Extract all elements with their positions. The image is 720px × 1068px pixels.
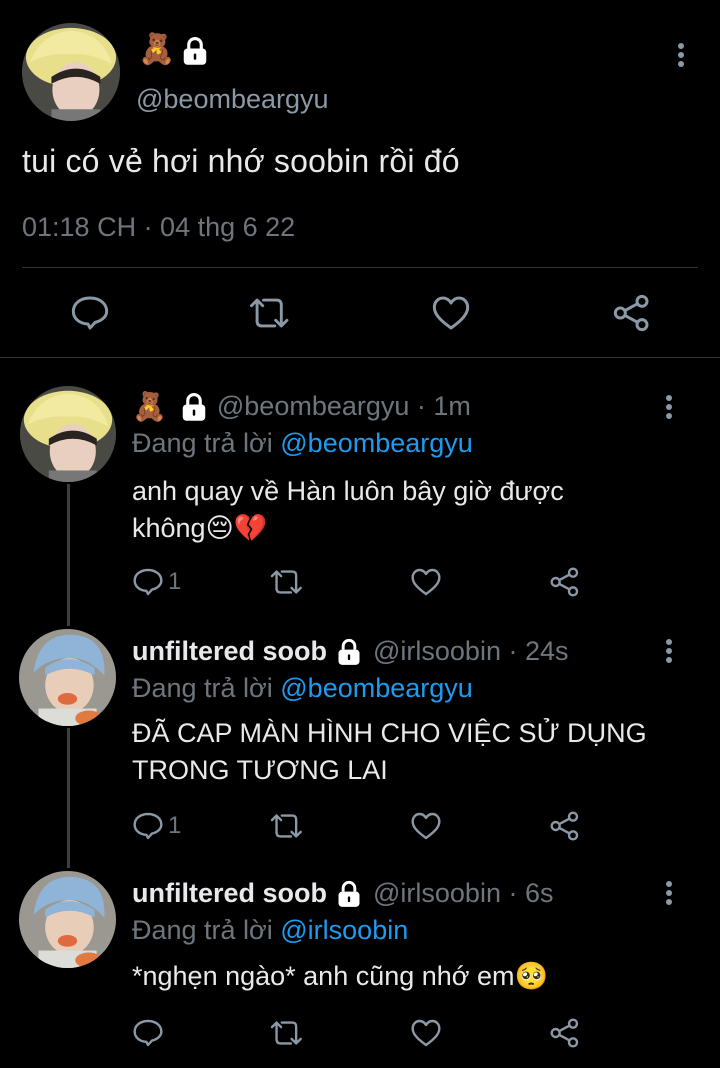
reply-text-line: không😔💔 (132, 513, 268, 543)
like-button[interactable] (410, 811, 442, 841)
reply-text: anh quay về Hàn luôn bây giờ được không😔… (132, 473, 692, 547)
reply-text-line: TRONG TƯƠNG LAI (132, 755, 388, 785)
reply-header: unfiltered soob @irlsoobin · 24s (132, 636, 569, 667)
reply-text: *nghẹn ngào* anh cũng nhớ em🥺 (132, 958, 692, 995)
reply-text-line: ĐÃ CAP MÀN HÌNH CHO VIỆC SỬ DỤNG (132, 718, 647, 748)
share-icon (550, 1018, 579, 1048)
thread-line (67, 484, 70, 626)
replying-to-label: Đang trả lời (132, 915, 281, 945)
retweet-icon (270, 1021, 302, 1045)
like-button[interactable] (431, 294, 471, 332)
reply-icon (133, 812, 163, 840)
teddy-bear-emoji: 🧸 (132, 391, 167, 422)
avatar-irlsoobin[interactable] (19, 871, 116, 968)
reply-handle-time[interactable]: @beombeargyu · 1m (217, 391, 471, 422)
retweet-icon (270, 570, 302, 594)
lock-icon (180, 36, 210, 66)
like-button[interactable] (410, 1018, 442, 1048)
reply-text-line: *nghẹn ngào* anh cũng nhớ em🥺 (132, 961, 549, 991)
share-button[interactable] (612, 293, 652, 333)
reply-header: 🧸 @beombeargyu · 1m (132, 390, 471, 423)
display-name[interactable]: unfiltered soob (132, 636, 327, 667)
reply-button[interactable] (132, 1017, 164, 1049)
like-icon (411, 568, 441, 596)
share-icon (613, 294, 649, 332)
reply-handle-time[interactable]: @irlsoobin · 6s (373, 878, 553, 909)
more-vertical-icon[interactable] (657, 636, 681, 666)
reply-button[interactable]: 1 (132, 810, 181, 842)
avatar-beombeargyu[interactable] (22, 23, 120, 121)
reply-icon (133, 1019, 163, 1047)
reply-icon (133, 568, 163, 596)
replying-to: Đang trả lời @beombeargyu (132, 428, 473, 459)
thread-line (67, 728, 70, 868)
lock-icon (335, 880, 363, 908)
share-icon (550, 811, 579, 841)
avatar-irlsoobin[interactable] (19, 629, 116, 726)
reply-button[interactable] (70, 293, 110, 333)
display-name[interactable]: unfiltered soob (132, 878, 327, 909)
retweet-icon (249, 298, 289, 328)
reply-icon (71, 296, 109, 330)
share-button[interactable] (549, 566, 581, 598)
reply-count: 1 (168, 812, 182, 839)
replying-to-label: Đang trả lời (132, 428, 281, 458)
like-icon (411, 812, 441, 840)
retweet-button[interactable] (270, 810, 304, 842)
retweet-icon (270, 814, 302, 838)
like-icon (411, 1019, 441, 1047)
like-button[interactable] (410, 567, 442, 597)
retweet-button[interactable] (249, 293, 291, 333)
replying-to-label: Đang trả lời (132, 673, 281, 703)
reply-text: ĐÃ CAP MÀN HÌNH CHO VIỆC SỬ DỤNG TRONG T… (132, 715, 692, 789)
lock-icon (179, 392, 209, 422)
avatar-beombeargyu[interactable] (20, 386, 116, 482)
main-tweet-timestamp[interactable]: 01:18 CH · 04 thg 6 22 (22, 212, 295, 243)
replying-to: Đang trả lời @beombeargyu (132, 673, 473, 704)
more-vertical-icon[interactable] (657, 878, 681, 908)
share-icon (550, 567, 579, 597)
more-vertical-icon[interactable] (657, 392, 681, 422)
divider (22, 267, 698, 268)
replying-to: Đang trả lời @irlsoobin (132, 915, 408, 946)
main-tweet-text: tui có vẻ hơi nhớ soobin rồi đó (22, 143, 460, 179)
share-button[interactable] (549, 1017, 581, 1049)
replying-to-link[interactable]: @irlsoobin (280, 915, 408, 945)
share-button[interactable] (549, 810, 581, 842)
section-divider (0, 357, 720, 358)
retweet-button[interactable] (270, 566, 304, 598)
reply-handle-time[interactable]: @irlsoobin · 24s (373, 636, 569, 667)
reply-text-line: anh quay về Hàn luôn bây giờ được (132, 476, 564, 506)
replying-to-link[interactable]: @beombeargyu (280, 428, 473, 458)
lock-icon (335, 638, 363, 666)
reply-count: 1 (168, 568, 182, 595)
teddy-bear-emoji: 🧸 (138, 33, 176, 66)
main-handle[interactable]: @beombeargyu (136, 84, 329, 115)
replying-to-link[interactable]: @beombeargyu (280, 673, 473, 703)
like-icon (432, 296, 470, 330)
reply-header: unfiltered soob @irlsoobin · 6s (132, 878, 553, 909)
reply-button[interactable]: 1 (132, 566, 181, 598)
retweet-button[interactable] (270, 1017, 304, 1049)
more-vertical-icon[interactable] (669, 40, 693, 70)
